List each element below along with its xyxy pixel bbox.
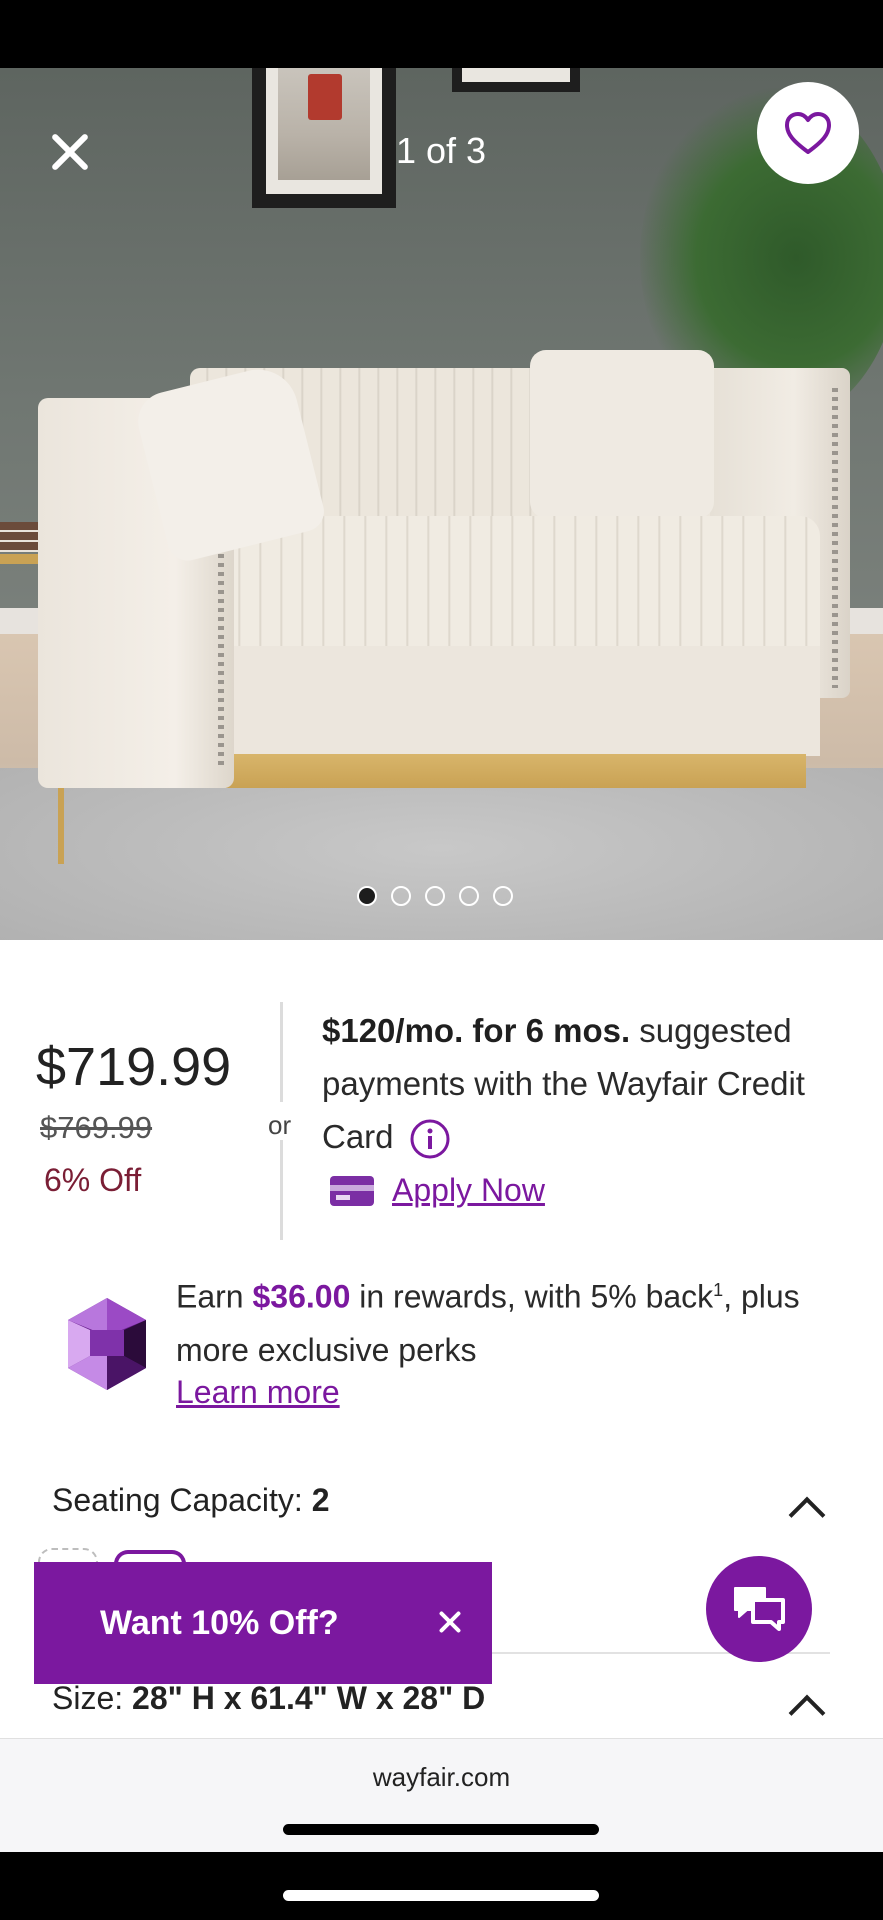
size-value: 28" H x 61.4" W x 28" D xyxy=(132,1680,486,1716)
apply-now-link-row[interactable]: Apply Now xyxy=(330,1172,545,1209)
close-icon[interactable] xyxy=(436,1608,464,1636)
chat-icon xyxy=(734,1587,785,1631)
size-header[interactable]: Size: 28" H x 61.4" W x 28" D xyxy=(52,1680,485,1717)
learn-more-link[interactable]: Learn more xyxy=(176,1374,340,1411)
promo-text[interactable]: Want 10% Off? xyxy=(100,1604,339,1643)
gallery-dot[interactable] xyxy=(425,886,445,906)
rewards-gem-icon xyxy=(68,1298,146,1390)
image-sofa-seat xyxy=(220,516,820,666)
size-label: Size: xyxy=(52,1680,133,1716)
image-sofa-base xyxy=(220,646,820,756)
image-pillow xyxy=(530,350,714,518)
credit-card-icon xyxy=(330,1175,374,1206)
url-text[interactable]: wayfair.com xyxy=(0,1762,883,1793)
home-indicator xyxy=(283,1824,599,1835)
rewards-middle: in rewards, with 5% back xyxy=(350,1278,714,1315)
bottom-bar xyxy=(0,1852,883,1920)
rewards-amount: $36.00 xyxy=(252,1278,351,1315)
image-wall-frame xyxy=(452,68,580,92)
gallery-dots xyxy=(357,886,513,908)
chevron-up-icon[interactable] xyxy=(788,1496,826,1534)
product-image[interactable] xyxy=(0,68,883,940)
status-bar xyxy=(0,0,883,68)
seating-capacity-header[interactable]: Seating Capacity: 2 xyxy=(52,1482,330,1519)
financing-offer: $120/mo. for 6 mos. suggested payments w… xyxy=(322,1004,862,1163)
gallery-dot[interactable] xyxy=(357,886,377,906)
discount-label: 6% Off xyxy=(44,1162,142,1198)
heart-icon xyxy=(785,112,831,154)
image-rug xyxy=(0,768,883,940)
financing-offer-bold: $120/mo. for 6 mos. xyxy=(322,1012,631,1049)
divider xyxy=(280,1140,283,1240)
chat-button[interactable] xyxy=(706,1556,812,1662)
apply-now-link[interactable]: Apply Now xyxy=(392,1172,545,1209)
browser-url-bar[interactable] xyxy=(0,1738,883,1853)
rewards-text: Earn $36.00 in rewards, with 5% back1, p… xyxy=(176,1264,856,1377)
divider xyxy=(280,1002,283,1102)
gallery-dot[interactable] xyxy=(459,886,479,906)
info-icon[interactable] xyxy=(409,1118,451,1160)
image-sofa-gold-base xyxy=(226,754,806,788)
gallery-dot[interactable] xyxy=(391,886,411,906)
original-price: $769.99 xyxy=(40,1110,153,1145)
rewards-prefix: Earn xyxy=(176,1278,253,1315)
favorite-button[interactable] xyxy=(757,82,859,184)
or-separator: or xyxy=(268,1110,292,1140)
image-counter: 1 of 3 xyxy=(395,130,487,171)
seating-capacity-label: Seating Capacity: xyxy=(52,1482,312,1518)
chevron-up-icon[interactable] xyxy=(788,1694,826,1732)
close-icon[interactable] xyxy=(46,128,94,176)
home-indicator[interactable] xyxy=(283,1890,599,1901)
gallery-dot[interactable] xyxy=(493,886,513,906)
seating-capacity-value: 2 xyxy=(311,1482,330,1518)
promo-banner[interactable]: Want 10% Off? xyxy=(34,1562,492,1684)
rewards-footnote: 1 xyxy=(713,1280,724,1300)
current-price: $719.99 xyxy=(36,1037,232,1097)
